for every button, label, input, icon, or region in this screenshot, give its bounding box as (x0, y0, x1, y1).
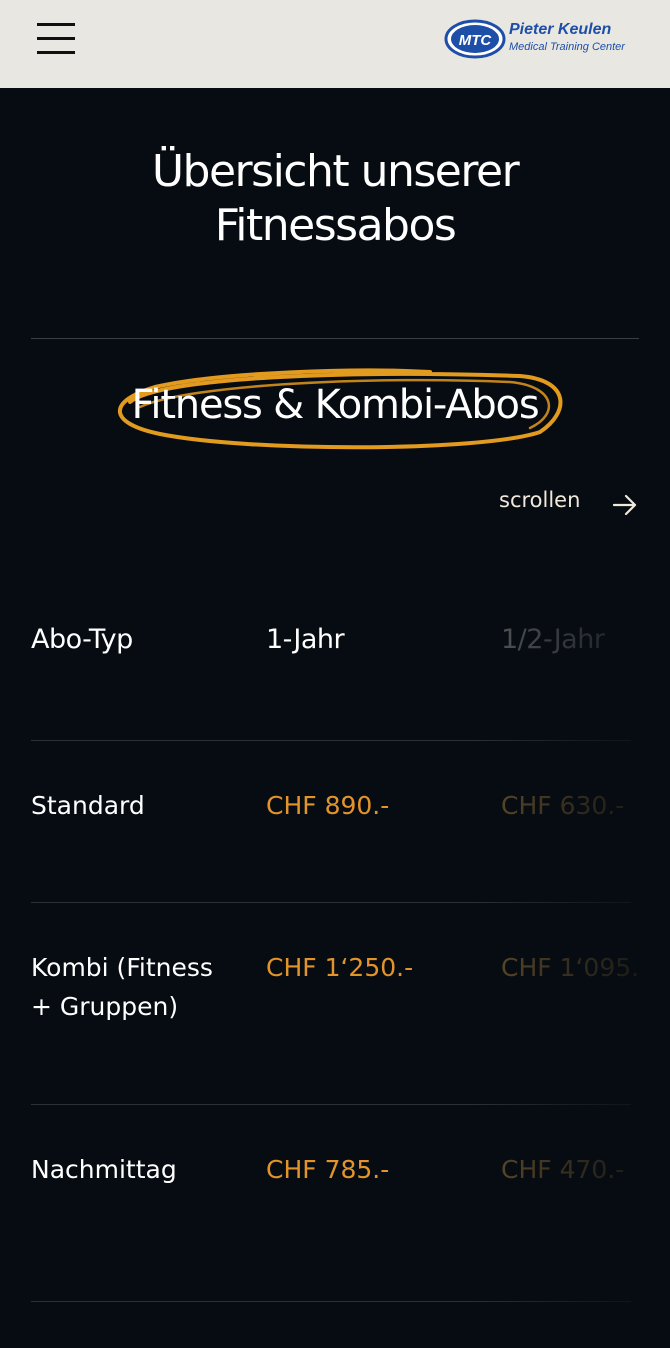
section-divider (31, 338, 639, 339)
table-row-divider (31, 902, 631, 903)
row-kombi-type-line1: Kombi (Fitness (31, 953, 213, 982)
arrow-right-icon[interactable] (612, 492, 638, 518)
row-kombi-price-half-year: CHF 1‘095. (501, 953, 640, 982)
section-title: Fitness & Kombi-Abos (131, 382, 540, 428)
page-title: Übersicht unserer Fitnessabos (0, 145, 670, 253)
page-title-line2: Fitnessabos (214, 200, 457, 251)
logo-tagline: Medical Training Center (509, 41, 625, 53)
row-standard-type: Standard (31, 791, 145, 820)
section-heading-wrap: Fitness & Kombi-Abos (100, 362, 570, 457)
row-standard-price-half-year: CHF 630.- (501, 791, 625, 820)
row-nachmittag-type: Nachmittag (31, 1155, 177, 1184)
page-title-line1: Übersicht unserer (151, 146, 520, 197)
row-kombi-price-1-year: CHF 1‘250.- (266, 953, 414, 982)
mtc-badge-icon: MTC (444, 19, 506, 59)
table-header-half-year: 1/2-Jahr (501, 624, 605, 655)
site-header: MTC Pieter Keulen Medical Training Cente… (0, 0, 670, 88)
scroll-hint-label[interactable]: scrollen (499, 488, 580, 512)
logo-name: Pieter Keulen (509, 21, 612, 38)
table-row-divider (31, 1104, 631, 1105)
mtc-logo[interactable]: MTC Pieter Keulen Medical Training Cente… (444, 18, 644, 62)
hamburger-menu-icon[interactable] (37, 23, 75, 55)
table-row-divider (31, 1301, 631, 1302)
table-row-divider (31, 740, 631, 741)
table-header-type: Abo-Typ (31, 624, 133, 655)
row-standard-price-1-year: CHF 890.- (266, 791, 390, 820)
row-nachmittag-price-half-year: CHF 470.- (501, 1155, 625, 1184)
svg-text:MTC: MTC (459, 32, 493, 49)
table-header-1-year: 1-Jahr (266, 624, 345, 655)
row-nachmittag-price-1-year: CHF 785.- (266, 1155, 390, 1184)
row-kombi-type-line2: + Gruppen) (31, 992, 179, 1021)
